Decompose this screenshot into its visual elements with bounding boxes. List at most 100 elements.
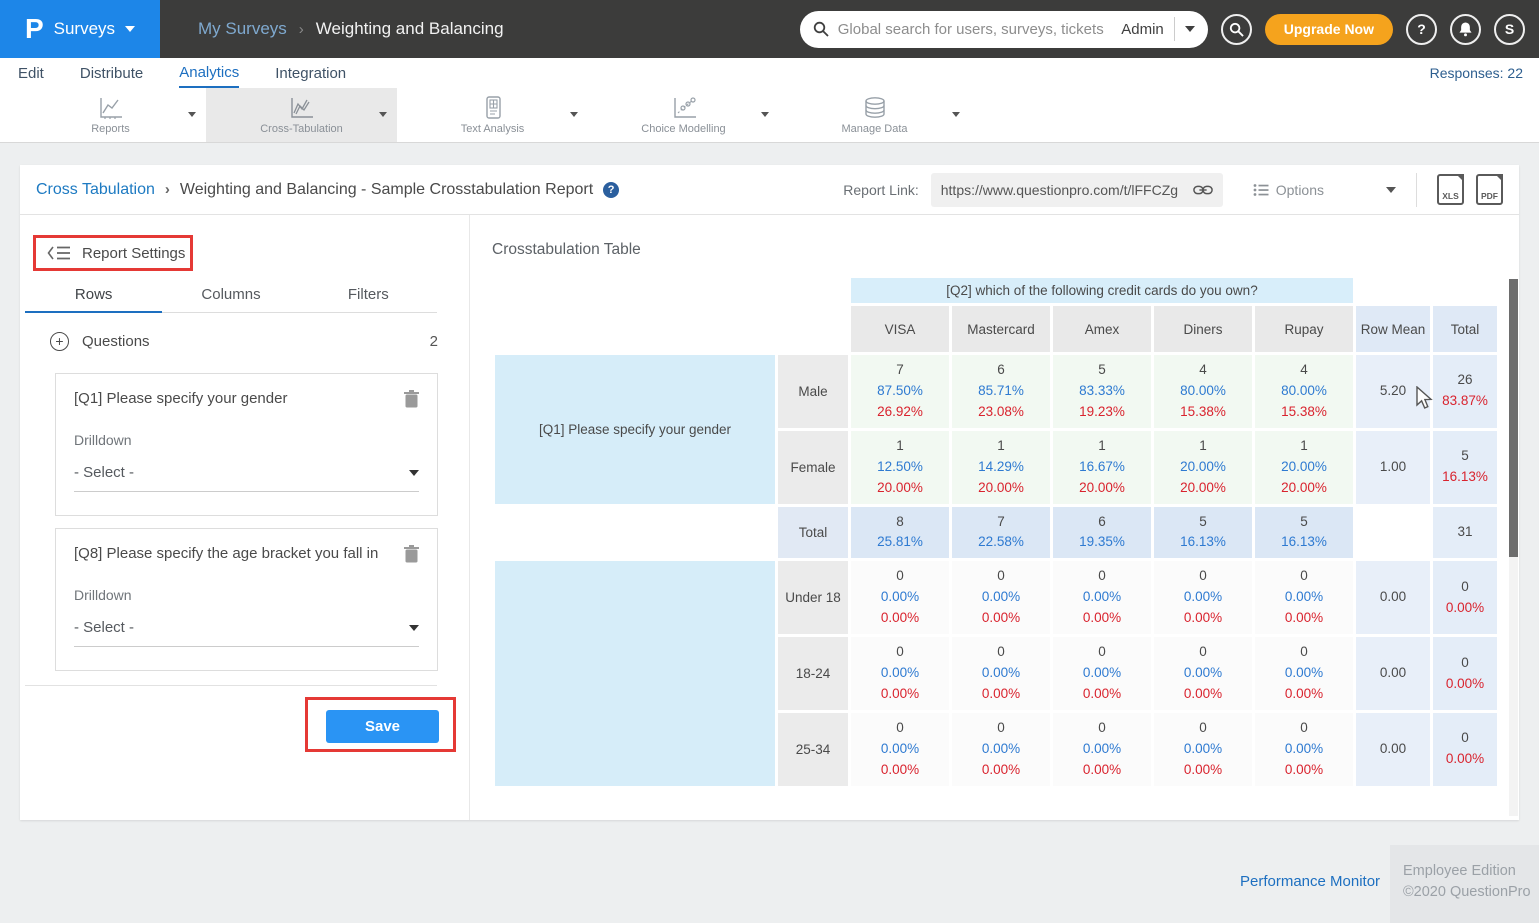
search-button[interactable] [1221,14,1252,45]
column-header: Mastercard [952,306,1050,352]
account-avatar[interactable]: S [1494,14,1525,45]
help-button[interactable]: ? [1406,14,1437,45]
nav-distribute[interactable]: Distribute [80,58,143,88]
chevron-down-icon[interactable] [952,112,960,117]
toolbar-choice-modelling[interactable]: Choice Modelling [588,88,779,142]
report-link-url[interactable]: https://www.questionpro.com/t/lFFCZg [941,182,1185,198]
data-cell: 583.33%19.23% [1053,355,1151,428]
data-cell: 00.00%0.00% [952,637,1050,710]
tab-rows[interactable]: Rows [25,283,162,313]
data-cell: 00.00%0.00% [851,637,949,710]
report-settings-label: Report Settings [82,245,185,262]
data-cell: 112.50%20.00% [851,431,949,504]
toolbar-cross-tabulation[interactable]: Cross-Tabulation [206,88,397,142]
data-cell: 00.00%0.00% [1053,561,1151,634]
page-content: Cross Tabulation › Weighting and Balanci… [0,143,1539,923]
total-header: Total [1433,306,1497,352]
crosstab-title: Crosstabulation Table [492,241,641,259]
report-header: Cross Tabulation › Weighting and Balanci… [20,165,1519,215]
divider [25,685,437,686]
chevron-down-icon [409,625,419,631]
chevron-down-icon[interactable] [188,112,196,117]
chevron-down-icon [125,26,135,32]
drilldown-select[interactable]: - Select - [74,464,419,492]
data-cell: 787.50%26.92% [851,355,949,428]
settings-tabs: Rows Columns Filters [25,283,437,313]
chevron-down-icon[interactable] [1185,26,1195,32]
export-xls-button[interactable]: XLS [1437,174,1464,205]
row-label: 18-24 [778,637,848,710]
row-group-label: [Q1] Please specify your gender [495,355,775,504]
crosstab-table: [Q2] which of the following credit cards… [492,275,1500,789]
toolbar-choice-modelling-label: Choice Modelling [641,123,725,135]
crosstab-table-wrap: [Q2] which of the following credit cards… [492,275,1500,789]
toolbar-manage-data-label: Manage Data [841,123,907,135]
data-cell: 480.00%15.38% [1154,355,1252,428]
surveys-product-menu[interactable]: P Surveys [0,0,160,58]
options-label: Options [1276,182,1324,198]
upgrade-now-button[interactable]: Upgrade Now [1265,14,1393,45]
nav-analytics[interactable]: Analytics [179,58,239,88]
data-cell: 516.13% [1255,507,1353,559]
bell-icon [1458,21,1473,37]
data-cell: 00.00%0.00% [952,561,1050,634]
search-icon [813,21,829,37]
divider [1416,173,1417,207]
data-cell: 116.67%20.00% [1053,431,1151,504]
toolbar-reports[interactable]: Reports [15,88,206,142]
data-cell: 00.00%0.00% [851,561,949,634]
add-question-button[interactable]: + [50,332,69,351]
toolbar-manage-data[interactable]: Manage Data [779,88,970,142]
export-pdf-button[interactable]: PDF [1476,174,1503,205]
edition-box: Employee Edition ©2020 QuestionPro [1390,845,1539,923]
crosstab-panel: Crosstabulation Table [Q2] which of the … [470,215,1519,820]
question-title: [Q8] Please specify the age bracket you … [74,545,404,562]
link-icon [1193,184,1213,196]
save-button[interactable]: Save [326,710,439,743]
global-search-input[interactable]: Global search for users, surveys, ticket… [800,11,1208,48]
row-label: Female [778,431,848,504]
breadcrumb-my-surveys[interactable]: My Surveys [198,19,287,39]
mouse-cursor [1414,386,1436,410]
data-cell: 722.58% [952,507,1050,559]
row-mean-cell: 0.00 [1356,713,1430,786]
chevron-down-icon[interactable] [379,112,387,117]
report-settings-panel: Report Settings Rows Columns Filters + Q… [20,215,470,820]
data-cell: 516.13% [1154,507,1252,559]
search-scope-selector[interactable]: Admin [1121,21,1164,38]
nav-edit[interactable]: Edit [18,58,44,88]
tab-filters[interactable]: Filters [300,283,437,313]
question-card-q8: [Q8] Please specify the age bracket you … [55,528,438,671]
drilldown-select[interactable]: - Select - [74,619,419,647]
report-link-input[interactable]: https://www.questionpro.com/t/lFFCZg [931,173,1223,207]
column-header: Rupay [1255,306,1353,352]
data-cell: 685.71%23.08% [952,355,1050,428]
app-screen: P Surveys My Surveys › Weighting and Bal… [0,0,1539,923]
toolbar-text-analysis-label: Text Analysis [461,123,525,135]
cross-tabulation-link[interactable]: Cross Tabulation [36,181,155,199]
column-header: VISA [851,306,949,352]
table-scrollbar[interactable] [1509,279,1518,816]
delete-icon[interactable] [404,390,419,408]
report-settings-button[interactable]: Report Settings [33,235,193,271]
performance-monitor-link[interactable]: Performance Monitor [1240,873,1380,890]
nav-integration[interactable]: Integration [275,58,346,88]
row-mean-cell [1356,507,1430,559]
table-scrollbar-thumb[interactable] [1509,279,1518,557]
toolbar-text-analysis[interactable]: Text Analysis [397,88,588,142]
options-menu[interactable]: Options [1253,182,1324,198]
help-icon[interactable]: ? [603,182,619,198]
report-header-actions: Report Link: https://www.questionpro.com… [843,173,1503,207]
row-total-cell: 00.00% [1433,561,1497,634]
tab-columns[interactable]: Columns [162,283,299,313]
chevron-down-icon[interactable] [761,112,769,117]
page-fold [1456,174,1464,182]
chevron-down-icon[interactable] [570,112,578,117]
notifications-button[interactable] [1450,14,1481,45]
drilldown-label: Drilldown [74,587,419,603]
row-group-spacer [495,507,775,559]
chevron-down-icon[interactable] [1386,187,1396,193]
data-cell: 00.00%0.00% [1154,561,1252,634]
delete-icon[interactable] [404,545,419,563]
edition-line1: Employee Edition [1403,861,1539,882]
